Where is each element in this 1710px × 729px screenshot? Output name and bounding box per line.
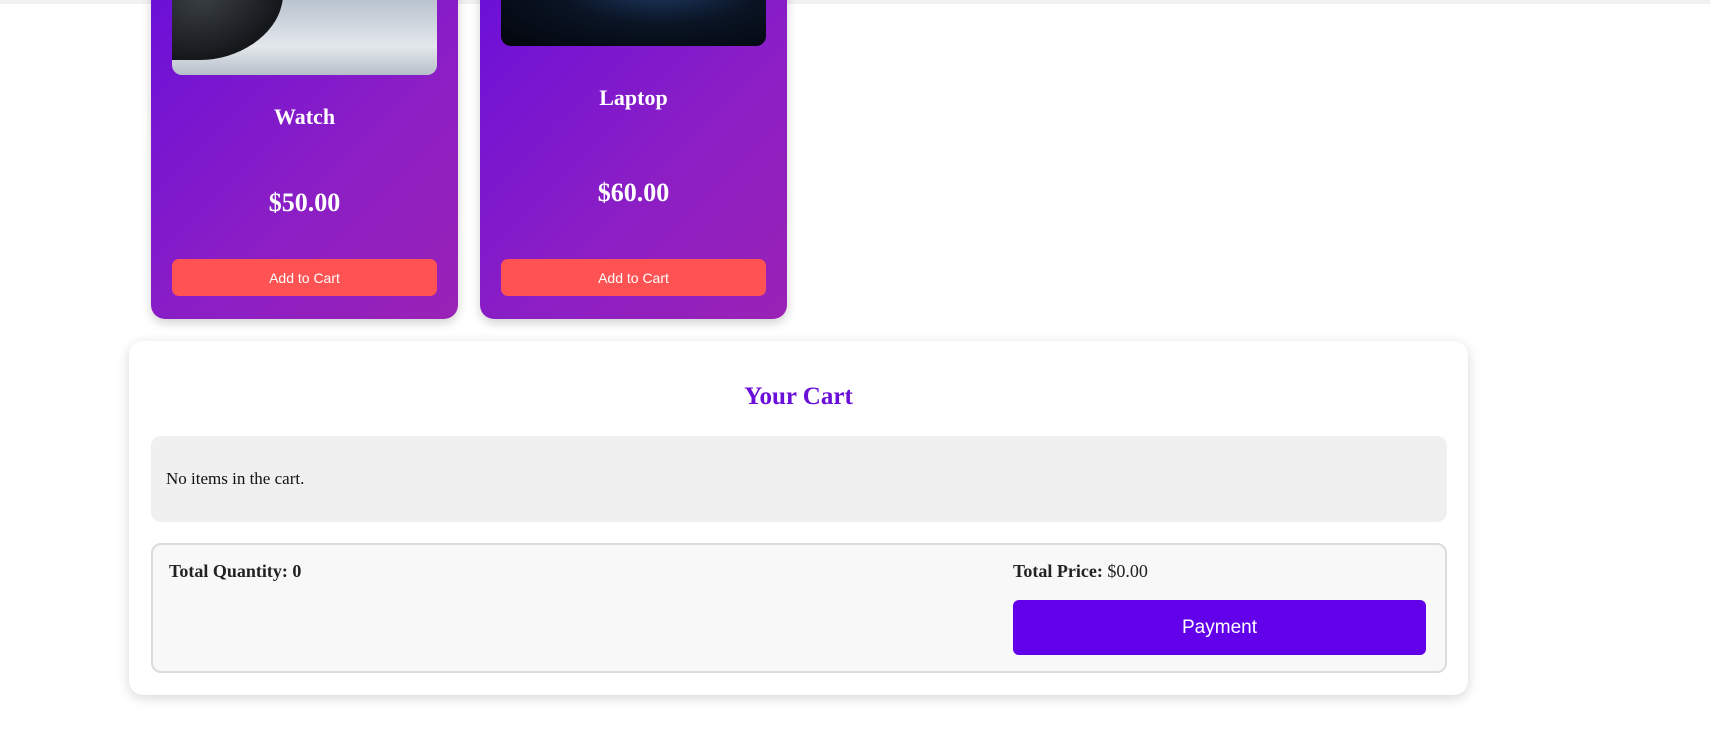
product-name: Watch — [273, 104, 336, 129]
add-to-cart-button[interactable]: Add to Cart — [501, 259, 766, 296]
empty-cart-message: No items in the cart. — [166, 469, 305, 488]
total-price-label: Total Price: — [1013, 561, 1103, 581]
total-price: Total Price: $0.00 — [1013, 561, 1148, 582]
total-quantity-value: 0 — [292, 561, 302, 581]
product-card-laptop: Laptop $60.00 Add to Cart — [480, 0, 787, 319]
total-price-value: $0.00 — [1107, 561, 1148, 581]
total-quantity: Total Quantity: 0 — [169, 561, 301, 582]
product-card-watch: Watch $50.00 Add to Cart — [151, 0, 458, 319]
total-quantity-label: Total Quantity: — [169, 561, 288, 581]
watch-strap-graphic — [172, 0, 287, 60]
add-to-cart-button[interactable]: Add to Cart — [172, 259, 437, 296]
product-price: $60.00 — [597, 178, 670, 207]
product-name: Laptop — [599, 85, 668, 110]
watch-image — [172, 0, 437, 75]
laptop-image — [501, 0, 766, 46]
cart-items-list: No items in the cart. — [151, 436, 1447, 522]
cart-summary: Total Quantity: 0 Total Price: $0.00 Pay… — [151, 543, 1447, 673]
cart-panel: Your Cart No items in the cart. Total Qu… — [129, 341, 1468, 695]
cart-title: Your Cart — [744, 383, 853, 410]
product-price: $50.00 — [268, 188, 341, 217]
payment-button[interactable]: Payment — [1013, 600, 1426, 655]
